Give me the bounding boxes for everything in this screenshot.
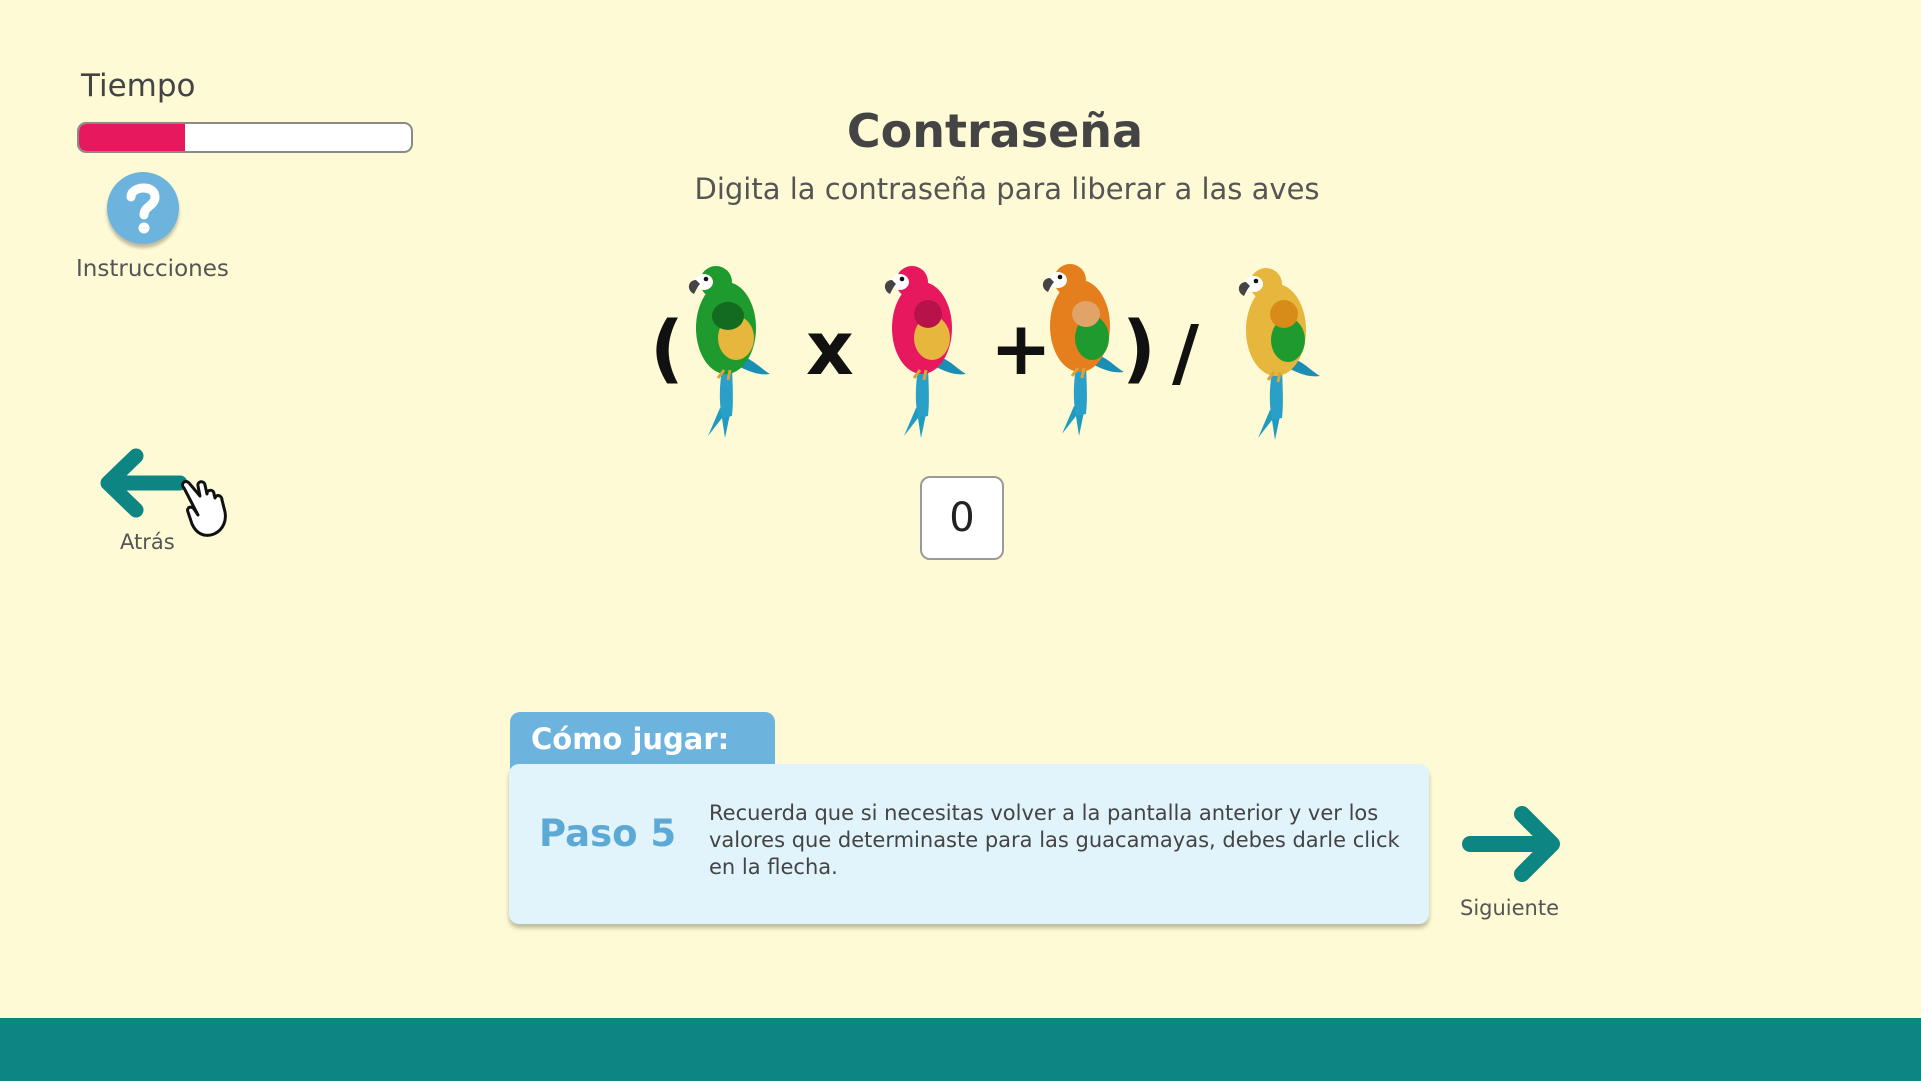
hand-cursor-icon [181, 480, 227, 537]
pink-macaw-icon [884, 266, 966, 438]
next-button[interactable] [1460, 802, 1564, 886]
yellow-macaw-icon [1238, 268, 1320, 440]
password-input[interactable]: 0 [920, 476, 1004, 560]
step-text: Recuerda que si necesitas volver a la pa… [709, 801, 1400, 879]
back-label: Atrás [120, 530, 175, 554]
how-to-play-tab: Cómo jugar: [510, 712, 775, 770]
timer-label: Tiempo [81, 68, 196, 104]
multiply-sign: x [806, 306, 854, 392]
step-label: Paso 5 [539, 812, 677, 855]
close-parenthesis: ) [1122, 306, 1156, 392]
footer-bar [0, 1018, 1921, 1081]
page-subtitle: Digita la contraseña para liberar a las … [694, 172, 1320, 206]
page-title: Contraseña [846, 104, 1144, 158]
divide-sign: / [1172, 310, 1200, 396]
open-parenthesis: ( [650, 306, 684, 392]
arrow-left-icon [100, 448, 188, 518]
orange-macaw-icon [1042, 264, 1124, 436]
instructions-label: Instrucciones [76, 256, 229, 282]
green-macaw-icon [688, 266, 770, 438]
back-button[interactable] [96, 446, 188, 520]
arrow-right-icon [1462, 806, 1560, 882]
next-label: Siguiente [1460, 896, 1560, 920]
